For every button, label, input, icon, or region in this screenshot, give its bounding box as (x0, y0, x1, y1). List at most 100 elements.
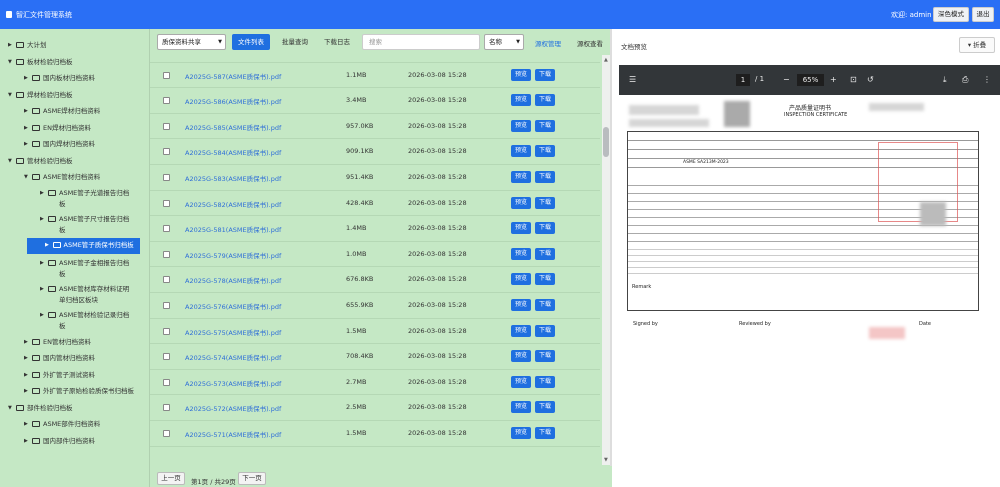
tree-item[interactable]: ▶ ASME部件归档资料 (24, 416, 100, 432)
collapse-button[interactable]: ▾ 折叠 (959, 37, 995, 53)
file-name-link[interactable]: A2025G-586(ASME质保书).pdf (185, 96, 281, 106)
caret-down-icon[interactable]: ▼ (24, 169, 29, 185)
row-checkbox[interactable] (163, 122, 170, 130)
scroll-down-icon[interactable]: ▼ (604, 457, 608, 463)
download-button[interactable]: 下载 (535, 299, 555, 311)
tree-item[interactable]: ▶ 大计划 (8, 37, 47, 53)
row-checkbox[interactable] (163, 71, 170, 79)
caret-right-icon[interactable]: ▶ (45, 240, 50, 251)
download-button[interactable]: 下载 (535, 68, 555, 81)
preview-button[interactable]: 预览 (511, 196, 531, 209)
rotate-icon[interactable]: ↺ (867, 75, 874, 84)
prev-page-button[interactable]: 上一页 (157, 472, 185, 485)
preview-button[interactable]: 预览 (511, 94, 531, 107)
tree-item-asme-child[interactable]: ▶ ASME管子质保书归档板 (27, 237, 140, 254)
download-button[interactable]: 下载 (535, 222, 555, 235)
caret-right-icon[interactable]: ▶ (24, 416, 29, 432)
row-checkbox[interactable] (163, 327, 170, 335)
caret-right-icon[interactable]: ▶ (24, 433, 29, 449)
row-checkbox[interactable] (163, 276, 170, 284)
row-checkbox[interactable] (163, 174, 170, 181)
row-checkbox[interactable] (163, 199, 170, 207)
caret-down-icon[interactable]: ▼ (8, 153, 13, 169)
caret-right-icon[interactable]: ▶ (40, 214, 45, 225)
zoom-level[interactable]: 65% (797, 74, 824, 86)
page-number-input[interactable]: 1 (736, 74, 750, 86)
caret-right-icon[interactable]: ▶ (24, 383, 29, 399)
row-checkbox[interactable] (163, 97, 170, 105)
file-name-link[interactable]: A2025G-584(ASME质保书).pdf (185, 147, 281, 157)
tree-item-asme-child[interactable]: ▶ ASME管材检验记录归档板 (40, 308, 139, 332)
tree-item-asme-child[interactable]: ▶ ASME管子光谱报告归档板 (40, 186, 139, 210)
download-button[interactable]: 下载 (535, 171, 555, 183)
file-name-link[interactable]: A2025G-581(ASME质保书).pdf (185, 224, 281, 234)
permission-view-link[interactable]: 源权查看 (577, 38, 603, 48)
tree-item[interactable]: ▶ EN焊材归档资料 (24, 120, 91, 136)
file-name-link[interactable]: A2025G-575(ASME质保书).pdf (185, 327, 281, 337)
preview-button[interactable]: 预览 (511, 247, 531, 260)
tree-item[interactable]: ▶ ASME焊材归档资料 (24, 103, 100, 119)
caret-right-icon[interactable]: ▶ (40, 310, 45, 321)
tree-item[interactable]: ▼ 焊材检验归档板 (8, 87, 73, 103)
download-button[interactable]: 下载 (535, 119, 555, 132)
dark-mode-button[interactable]: 深色模式 (933, 7, 969, 22)
preview-button[interactable]: 预览 (511, 401, 531, 414)
caret-right-icon[interactable]: ▶ (24, 350, 29, 366)
preview-button[interactable]: 预览 (511, 299, 531, 311)
more-options-icon[interactable]: ⋮ (983, 75, 991, 84)
preview-button[interactable]: 预览 (511, 427, 531, 439)
tree-item[interactable]: ▼ ASME管材归档资料 (24, 169, 100, 185)
caret-down-icon[interactable]: ▼ (8, 400, 13, 416)
download-button[interactable]: 下载 (535, 94, 555, 107)
tree-item[interactable]: ▶ 国内部件归档资料 (24, 433, 95, 449)
caret-right-icon[interactable]: ▶ (40, 258, 45, 269)
download-button[interactable]: 下载 (535, 350, 555, 363)
row-checkbox[interactable] (163, 353, 170, 361)
tree-item[interactable]: ▶ 外扩管子原始检验质保书归档板 (24, 383, 134, 399)
file-list-button[interactable]: 文件列表 (232, 34, 270, 50)
tree-item[interactable]: ▼ 板材检验归档板 (8, 54, 73, 70)
preview-button[interactable]: 预览 (511, 375, 531, 388)
caret-right-icon[interactable]: ▶ (8, 37, 13, 53)
row-checkbox[interactable] (163, 378, 170, 386)
preview-button[interactable]: 预览 (511, 222, 531, 235)
tree-item[interactable]: ▶ 外扩管子测试资料 (24, 367, 95, 383)
file-name-link[interactable]: A2025G-587(ASME质保书).pdf (185, 71, 281, 81)
file-name-link[interactable]: A2025G-572(ASME质保书).pdf (185, 403, 281, 413)
tree-item[interactable]: ▶ EN管材归档资料 (24, 334, 91, 350)
row-checkbox[interactable] (163, 302, 170, 309)
preview-button[interactable]: 预览 (511, 119, 531, 132)
row-checkbox[interactable] (163, 148, 170, 156)
caret-right-icon[interactable]: ▶ (24, 70, 29, 86)
row-checkbox[interactable] (163, 250, 170, 258)
row-checkbox[interactable] (163, 430, 170, 437)
preview-button[interactable]: 预览 (511, 324, 531, 337)
file-list-scrollbar[interactable]: ▲ ▼ (602, 55, 610, 465)
tree-item-asme-child[interactable]: ▶ ASME管子尺寸报告归档板 (40, 212, 139, 236)
caret-right-icon[interactable]: ▶ (24, 334, 29, 350)
permission-manage-link[interactable]: 源权管理 (535, 38, 561, 48)
caret-down-icon[interactable]: ▼ (8, 54, 13, 70)
tree-item-asme-child[interactable]: ▶ ASME管材库存材料证明 单归档区板块 (40, 282, 139, 306)
download-button[interactable]: 下载 (535, 247, 555, 260)
category-select[interactable]: 质保资料共享 ▼ (157, 34, 226, 50)
row-checkbox[interactable] (163, 225, 170, 233)
download-button[interactable]: 下载 (535, 196, 555, 209)
download-button[interactable]: 下载 (535, 273, 555, 286)
preview-button[interactable]: 预览 (511, 68, 531, 81)
caret-right-icon[interactable]: ▶ (40, 188, 45, 199)
caret-right-icon[interactable]: ▶ (40, 284, 45, 295)
row-checkbox[interactable] (163, 404, 170, 412)
file-name-link[interactable]: A2025G-579(ASME质保书).pdf (185, 250, 281, 260)
file-name-link[interactable]: A2025G-573(ASME质保书).pdf (185, 378, 281, 388)
zoom-in-icon[interactable]: + (830, 75, 837, 84)
caret-down-icon[interactable]: ▼ (8, 87, 13, 103)
download-button[interactable]: 下载 (535, 324, 555, 337)
caret-right-icon[interactable]: ▶ (24, 120, 29, 136)
file-name-link[interactable]: A2025G-578(ASME质保书).pdf (185, 275, 281, 285)
download-button[interactable]: 下载 (535, 375, 555, 388)
file-name-link[interactable]: A2025G-571(ASME质保书).pdf (185, 429, 281, 439)
download-button[interactable]: 下载 (535, 427, 555, 439)
preview-button[interactable]: 预览 (511, 350, 531, 363)
batch-query-button[interactable]: 批量查询 (276, 34, 314, 50)
